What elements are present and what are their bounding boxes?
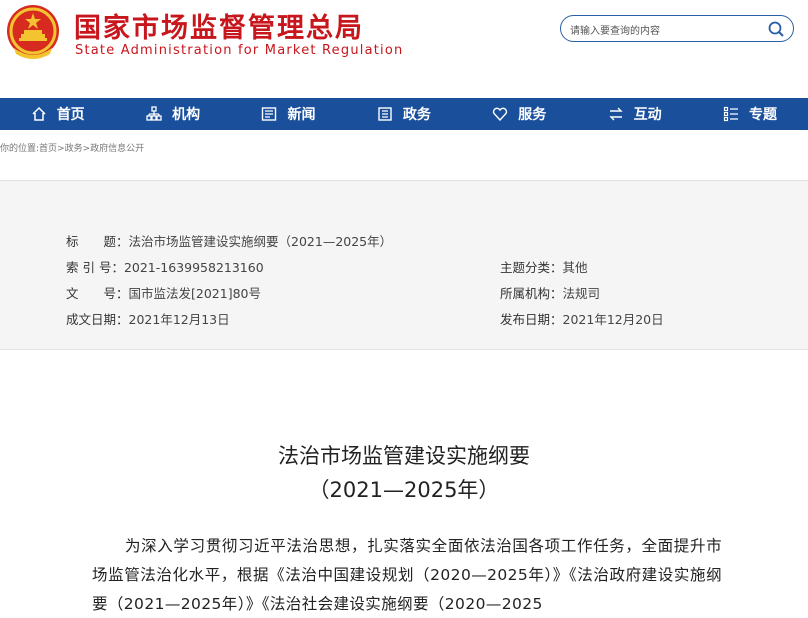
- nav-item-home[interactable]: 首页: [0, 98, 115, 130]
- nav-label: 首页: [56, 107, 85, 123]
- info-org-value: 法规司: [562, 286, 601, 301]
- nav-item-service[interactable]: 服务: [462, 98, 577, 130]
- nav-item-topic[interactable]: 专题: [692, 98, 807, 130]
- info-category-row: 主题分类：其他: [500, 257, 588, 276]
- breadcrumb: 你的位置:首页>政务>政府信息公开: [0, 141, 144, 154]
- org-icon: [146, 106, 162, 121]
- info-doc-value: 国市监法发[2021]80号: [128, 286, 261, 301]
- affairs-icon: [378, 107, 392, 121]
- site-title[interactable]: 国家市场监督管理总局: [74, 6, 364, 45]
- article-title: 法治市场监管建设实施纲要: [278, 444, 530, 468]
- nav-label: 机构: [172, 107, 201, 123]
- article-title-years: （2021—2025年）: [308, 478, 500, 502]
- nav-item-affairs[interactable]: 政务: [346, 98, 461, 130]
- national-emblem-icon[interactable]: [4, 4, 62, 62]
- breadcrumb-link-gov-info[interactable]: 政府信息公开: [90, 144, 144, 154]
- info-date-label: 成文日期：: [66, 312, 129, 327]
- info-title-row: 标 题：法治市场监管建设实施纲要（2021—2025年）: [66, 231, 392, 250]
- site-header: 国家市场监督管理总局 State Administration for Mark…: [0, 0, 808, 98]
- info-org-row: 所属机构：法规司: [500, 283, 600, 302]
- document-info-box: 标 题：法治市场监管建设实施纲要（2021—2025年） 索 引 号：2021-…: [0, 180, 808, 350]
- breadcrumb-link-affairs[interactable]: 政务: [65, 144, 83, 154]
- nav-label: 政务: [402, 107, 431, 123]
- search-input[interactable]: 请输入要查询的内容: [570, 22, 660, 37]
- breadcrumb-prefix: 你的位置:: [0, 144, 40, 154]
- info-title-value: 法治市场监管建设实施纲要（2021—2025年）: [128, 234, 393, 249]
- nav-label: 服务: [518, 107, 547, 123]
- breadcrumb-separator: >: [57, 144, 65, 154]
- info-doc-label: 文 号：: [66, 286, 129, 301]
- info-title-label: 标 题：: [66, 234, 129, 249]
- nav-label: 专题: [749, 107, 778, 123]
- search-box[interactable]: 请输入要查询的内容: [560, 15, 794, 42]
- article-body: 为深入学习贯彻习近平法治思想，扎实落实全面依法治国各项工作任务，全面提升市场监管…: [92, 537, 722, 613]
- nav-item-news[interactable]: 新闻: [231, 98, 346, 130]
- exchange-icon: [608, 107, 623, 121]
- site-subtitle: State Administration for Market Regulati…: [75, 43, 404, 58]
- info-index-row: 索 引 号：2021-1639958213160: [66, 257, 264, 276]
- home-icon: [32, 106, 46, 121]
- info-category-label: 主题分类：: [500, 260, 563, 275]
- info-category-value: 其他: [562, 260, 588, 275]
- nav-item-org[interactable]: 机构: [115, 98, 230, 130]
- nav-label: 互动: [633, 107, 662, 123]
- info-publish-label: 发布日期：: [500, 312, 563, 327]
- info-org-label: 所属机构：: [500, 286, 563, 301]
- search-icon[interactable]: [767, 20, 785, 38]
- info-date-row: 成文日期：2021年12月13日: [66, 309, 230, 328]
- heart-icon: [493, 107, 508, 122]
- info-index-value: 2021-1639958213160: [123, 260, 264, 275]
- info-date-value: 2021年12月13日: [128, 312, 230, 327]
- list-icon: [723, 106, 739, 122]
- nav-item-interact[interactable]: 互动: [577, 98, 692, 130]
- info-doc-row: 文 号：国市监法发[2021]80号: [66, 283, 261, 302]
- info-publish-value: 2021年12月20日: [562, 312, 664, 327]
- breadcrumb-link-home[interactable]: 首页: [39, 144, 57, 154]
- news-icon: [262, 107, 277, 121]
- info-publish-row: 发布日期：2021年12月20日: [500, 309, 664, 328]
- main-nav: 首页 机构 新闻 政务 服务 互动 专题: [0, 98, 808, 130]
- info-index-label: 索 引 号：: [66, 260, 124, 275]
- nav-label: 新闻: [287, 107, 316, 123]
